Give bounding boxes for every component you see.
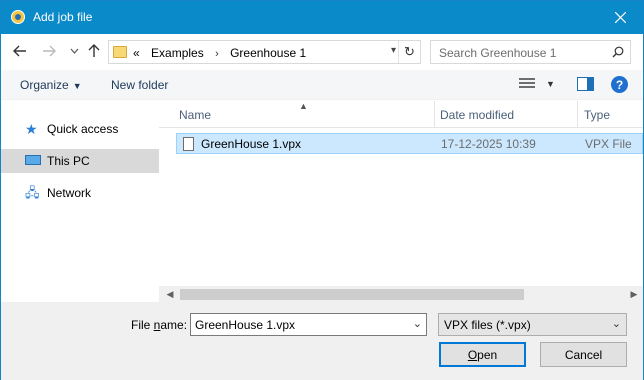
chevron-down-icon: ▼ (72, 81, 82, 91)
column-divider[interactable] (434, 101, 435, 127)
arrow-up-icon (88, 44, 100, 57)
title-bar: Add job file (1, 1, 643, 34)
file-type-select[interactable]: VPX files (*.vpx) ⌄ (438, 313, 627, 336)
file-dialog: Add job file « Examples › Greenhouse 1 ▾ (0, 0, 644, 380)
command-bar: Organize ▼ New folder ▼ ? (1, 70, 643, 100)
forward-button[interactable] (40, 42, 58, 60)
network-icon: 🖧 (25, 185, 40, 200)
back-button[interactable] (11, 42, 29, 60)
organize-button[interactable]: Organize ▼ (20, 78, 82, 92)
close-button[interactable] (598, 1, 643, 34)
breadcrumb-examples[interactable]: Examples (151, 46, 204, 60)
sort-ascending-icon: ▲ (299, 101, 308, 111)
open-button[interactable]: Open (439, 342, 526, 367)
column-header-date[interactable]: Date modified (440, 108, 514, 122)
file-name-label: File name: (131, 318, 188, 332)
scrollbar-thumb[interactable] (180, 289, 524, 300)
chevron-right-icon[interactable]: › (215, 48, 219, 60)
file-name-field[interactable]: GreenHouse 1.vpx ⌄ (190, 313, 427, 336)
folder-icon (113, 46, 127, 58)
view-options-icon[interactable] (519, 78, 535, 92)
breadcrumb-greenhouse[interactable]: Greenhouse 1 (230, 46, 306, 60)
table-row[interactable]: GreenHouse 1.vpx 17-12-2025 10:39 VPX Fi… (176, 133, 643, 154)
arrow-left-icon (13, 45, 26, 57)
app-icon (11, 10, 25, 24)
computer-icon (25, 155, 41, 165)
chevron-down-icon (70, 48, 78, 54)
file-icon (183, 137, 194, 151)
recent-locations-button[interactable] (65, 42, 83, 60)
help-icon[interactable]: ? (611, 76, 628, 93)
file-date: 17-12-2025 10:39 (441, 137, 536, 151)
breadcrumb-overflow[interactable]: « (133, 46, 140, 60)
refresh-button[interactable]: ↻ (398, 41, 420, 63)
scroll-left-icon[interactable]: ◀ (163, 288, 177, 301)
sidebar-item-this-pc[interactable]: This PC (1, 149, 159, 173)
sidebar-item-label: Network (47, 186, 92, 200)
new-folder-button[interactable]: New folder (111, 78, 168, 92)
refresh-icon: ↻ (404, 44, 415, 59)
file-type-value: VPX files (*.vpx) (444, 318, 531, 332)
sidebar-item-label: This PC (47, 154, 90, 168)
column-header-name[interactable]: Name (179, 108, 211, 122)
breadcrumb: « Examples › Greenhouse 1 (133, 46, 314, 60)
search-input[interactable]: Search Greenhouse 1 (430, 40, 631, 64)
chevron-down-icon[interactable]: ⌄ (413, 317, 422, 330)
sidebar-item-label: Quick access (47, 122, 119, 136)
window-title: Add job file (33, 10, 93, 24)
navigation-bar: « Examples › Greenhouse 1 ▾ ↻ Search Gre… (1, 34, 643, 70)
dialog-footer: File name: GreenHouse 1.vpx ⌄ VPX files … (1, 302, 643, 380)
cancel-button[interactable]: Cancel (540, 342, 627, 367)
file-name: GreenHouse 1.vpx (201, 137, 302, 151)
organize-label: Organize (20, 78, 69, 92)
horizontal-scrollbar[interactable]: ◀ ▶ (159, 286, 643, 303)
address-bar[interactable]: « Examples › Greenhouse 1 ▾ ↻ (108, 40, 421, 64)
close-icon (615, 12, 626, 23)
search-placeholder: Search Greenhouse 1 (439, 46, 557, 60)
chevron-down-icon: ⌄ (611, 318, 621, 330)
column-header-row: ▲ Name Date modified Type (159, 101, 643, 128)
address-dropdown-icon[interactable]: ▾ (391, 45, 396, 56)
star-icon: ★ (25, 121, 38, 137)
file-list: ▲ Name Date modified Type GreenHouse 1.v… (159, 101, 643, 303)
file-type: VPX File (585, 137, 632, 151)
column-header-type[interactable]: Type (584, 108, 610, 122)
view-dropdown-icon[interactable]: ▼ (546, 79, 555, 89)
up-button[interactable] (85, 42, 103, 60)
search-icon (612, 46, 624, 58)
sidebar-item-network[interactable]: 🖧 Network (1, 181, 159, 205)
navigation-pane: ★ Quick access This PC 🖧 Network (1, 101, 159, 302)
column-divider[interactable] (577, 101, 578, 127)
scroll-right-icon[interactable]: ▶ (627, 288, 641, 301)
arrow-right-icon (43, 45, 56, 57)
preview-pane-icon[interactable] (577, 77, 594, 91)
sidebar-item-quick-access[interactable]: ★ Quick access (1, 117, 159, 141)
file-name-value: GreenHouse 1.vpx (195, 318, 296, 332)
